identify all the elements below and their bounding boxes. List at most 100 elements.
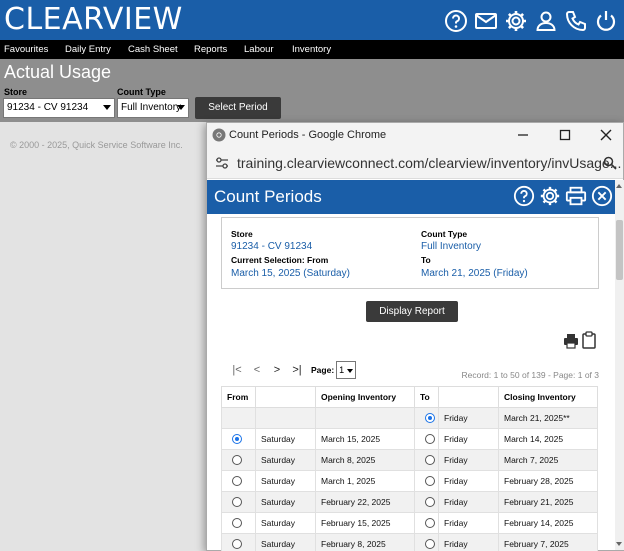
scroll-down-icon[interactable]: [616, 542, 622, 546]
help-icon[interactable]: [444, 9, 468, 33]
table-row[interactable]: Saturday March 1, 2025 Friday February 28, …: [221, 470, 598, 492]
table-row[interactable]: Saturday February 22, 2025 Friday February …: [221, 491, 598, 513]
to-radio[interactable]: [425, 455, 435, 466]
from-radio[interactable]: [232, 539, 242, 550]
table-row[interactable]: Saturday February 8, 2025 Friday February 7…: [221, 533, 598, 551]
page-title: Actual Usage: [4, 62, 112, 82]
from-radio[interactable]: [232, 476, 242, 487]
next-page-button[interactable]: >: [267, 364, 287, 376]
last-page-button[interactable]: >|: [287, 364, 307, 376]
close-window-icon[interactable]: [598, 127, 614, 143]
nav-favourites[interactable]: Favourites: [0, 44, 61, 55]
from-radio-cell: [221, 512, 256, 534]
closing-inventory-cell: March 7, 2025: [498, 449, 598, 471]
to-radio[interactable]: [425, 518, 435, 529]
col-from: From: [221, 386, 256, 408]
col-opening-inventory: Opening Inventory: [315, 386, 415, 408]
gear-icon[interactable]: [504, 9, 528, 33]
nav-reports[interactable]: Reports: [190, 44, 240, 55]
store-select-value: 91234 - CV 91234: [7, 102, 89, 113]
store-select[interactable]: 91234 - CV 91234: [3, 98, 115, 118]
header-icon-bar: [444, 9, 618, 33]
nav-daily-entry[interactable]: Daily Entry: [61, 44, 124, 55]
table-row[interactable]: Saturday February 15, 2025 Friday February …: [221, 512, 598, 534]
prev-page-button[interactable]: <: [247, 364, 267, 376]
to-radio[interactable]: [425, 539, 435, 550]
to-radio-cell: [414, 512, 439, 534]
user-icon[interactable]: [534, 9, 558, 33]
url-text[interactable]: training.clearviewconnect.com/clearview/…: [237, 155, 621, 171]
mail-icon[interactable]: [474, 9, 498, 33]
count-type-select[interactable]: Full Inventory: [117, 98, 189, 118]
to-radio-cell: [414, 470, 439, 492]
page-select[interactable]: 1: [336, 361, 357, 379]
popup-scrollbar[interactable]: [615, 180, 624, 550]
select-period-button[interactable]: Select Period: [195, 97, 281, 119]
to-radio[interactable]: [425, 476, 435, 487]
to-radio[interactable]: [425, 497, 435, 508]
to-day-cell: Friday: [438, 407, 499, 429]
clipboard-icon[interactable]: [582, 331, 596, 349]
minimize-icon[interactable]: [515, 127, 531, 143]
info-to-value: March 21, 2025 (Friday): [421, 268, 528, 279]
first-page-button[interactable]: |<: [227, 364, 247, 376]
col-to-day: [438, 386, 499, 408]
gear-icon[interactable]: [539, 185, 561, 207]
print-icon[interactable]: [565, 185, 587, 207]
info-from-value: March 15, 2025 (Saturday): [231, 268, 350, 279]
to-day-cell: Friday: [438, 449, 499, 471]
nav-cash-sheet[interactable]: Cash Sheet: [124, 44, 190, 55]
table-row[interactable]: Saturday March 8, 2025 Friday March 7, 2025: [221, 449, 598, 471]
from-day-cell: Saturday: [255, 470, 316, 492]
count-type-label: Count Type: [117, 87, 166, 97]
chrome-icon: [212, 128, 226, 142]
count-periods-popup-window: Count Periods - Google Chrome training.c…: [206, 122, 624, 551]
address-bar[interactable]: training.clearviewconnect.com/clearview/…: [207, 147, 623, 179]
count-periods-header: Count Periods: [207, 180, 615, 214]
to-day-cell: Friday: [438, 491, 499, 513]
close-icon[interactable]: [591, 185, 613, 207]
window-titlebar[interactable]: Count Periods - Google Chrome: [207, 123, 623, 147]
from-day-cell: Saturday: [255, 491, 316, 513]
count-periods-title: Count Periods: [214, 187, 322, 206]
count-periods-table: From Opening Inventory To Closing Invent…: [221, 386, 598, 551]
chevron-down-icon: [347, 369, 354, 373]
from-radio[interactable]: [232, 434, 242, 445]
search-icon[interactable]: [603, 156, 617, 170]
info-to-label: To: [421, 255, 431, 265]
from-day-cell: Saturday: [255, 533, 316, 551]
phone-icon[interactable]: [564, 9, 588, 33]
opening-inventory-cell: February 15, 2025: [315, 512, 415, 534]
power-icon[interactable]: [594, 9, 618, 33]
clearview-logo[interactable]: CLEARVIEW: [4, 3, 183, 37]
to-day-cell: Friday: [438, 470, 499, 492]
scroll-up-icon[interactable]: [616, 184, 622, 188]
chevron-down-icon: [177, 105, 185, 110]
site-settings-icon[interactable]: [215, 156, 229, 170]
table-row[interactable]: Friday March 21, 2025**: [221, 407, 598, 429]
closing-inventory-cell: February 7, 2025: [498, 533, 598, 551]
from-radio[interactable]: [232, 518, 242, 529]
to-radio-cell: [414, 428, 439, 450]
from-radio-cell: [221, 449, 256, 471]
from-radio[interactable]: [232, 497, 242, 508]
from-day-cell: [255, 407, 316, 429]
display-report-button[interactable]: Display Report: [366, 301, 458, 322]
closing-inventory-cell: February 21, 2025: [498, 491, 598, 513]
help-icon[interactable]: [513, 185, 535, 207]
to-day-cell: Friday: [438, 428, 499, 450]
count-type-select-value: Full Inventory: [121, 102, 182, 113]
print-icon[interactable]: [563, 333, 579, 349]
info-from-label: Current Selection: From: [231, 255, 329, 265]
nav-labour[interactable]: Labour: [240, 44, 288, 55]
to-radio[interactable]: [425, 413, 435, 424]
table-row[interactable]: Saturday March 15, 2025 Friday March 14, 20…: [221, 428, 598, 450]
from-radio[interactable]: [232, 455, 242, 466]
scroll-thumb[interactable]: [616, 220, 623, 280]
maximize-icon[interactable]: [557, 127, 573, 143]
to-day-cell: Friday: [438, 512, 499, 534]
to-radio[interactable]: [425, 434, 435, 445]
nav-inventory[interactable]: Inventory: [288, 44, 348, 55]
from-radio-cell: [221, 491, 256, 513]
from-day-cell: Saturday: [255, 512, 316, 534]
